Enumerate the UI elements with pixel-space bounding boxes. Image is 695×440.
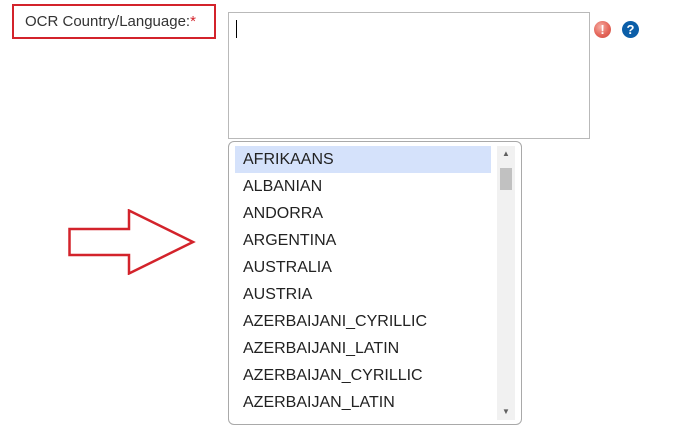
option-azerbaijani-latin[interactable]: AZERBAIJANI_LATIN [235, 335, 491, 362]
dropdown-scrollbar[interactable]: ▲ ▼ [497, 146, 515, 420]
help-icon[interactable]: ? [622, 21, 639, 38]
right-arrow-icon [68, 209, 196, 275]
field-label-highlight: OCR Country/Language: * [12, 4, 216, 39]
scroll-down-icon[interactable]: ▼ [497, 404, 515, 420]
text-caret [236, 20, 237, 38]
scroll-up-icon[interactable]: ▲ [497, 146, 515, 162]
option-azerbaijan-cyrillic[interactable]: AZERBAIJAN_CYRILLIC [235, 362, 491, 389]
required-marker: * [190, 13, 196, 30]
country-language-dropdown[interactable]: AFRIKAANS ALBANIAN ANDORRA ARGENTINA AUS… [228, 141, 522, 425]
scroll-thumb[interactable] [500, 168, 512, 190]
country-language-input[interactable] [228, 12, 590, 139]
option-azerbaijani-cyrillic[interactable]: AZERBAIJANI_CYRILLIC [235, 308, 491, 335]
option-austria[interactable]: AUSTRIA [235, 281, 491, 308]
option-australia[interactable]: AUSTRALIA [235, 254, 491, 281]
option-list: AFRIKAANS ALBANIAN ANDORRA ARGENTINA AUS… [235, 146, 491, 416]
option-afrikaans[interactable]: AFRIKAANS [235, 146, 491, 173]
field-label: OCR Country/Language: [25, 13, 191, 30]
option-azerbaijan-latin[interactable]: AZERBAIJAN_LATIN [235, 389, 491, 416]
option-argentina[interactable]: ARGENTINA [235, 227, 491, 254]
option-andorra[interactable]: ANDORRA [235, 200, 491, 227]
error-icon[interactable]: ! [594, 21, 611, 38]
option-albanian[interactable]: ALBANIAN [235, 173, 491, 200]
